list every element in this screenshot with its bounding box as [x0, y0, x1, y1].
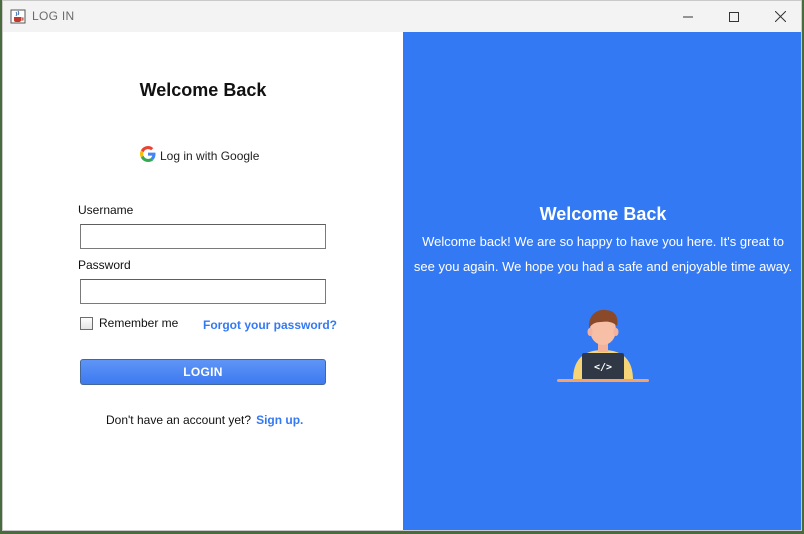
svg-text:</>: </>	[594, 362, 612, 373]
login-button[interactable]: LOGIN	[80, 359, 326, 385]
password-label: Password	[78, 258, 131, 272]
remember-me-label: Remember me	[99, 316, 179, 330]
forgot-password-link[interactable]: Forgot your password?	[203, 318, 337, 332]
welcome-message: Welcome back! We are so happy to have yo…	[403, 229, 801, 279]
maximize-button[interactable]	[711, 1, 757, 32]
welcome-panel: Welcome Back Welcome back! We are so hap…	[403, 32, 801, 530]
welcome-message-line-1: Welcome back! We are so happy to have yo…	[422, 234, 784, 249]
username-label: Username	[78, 203, 134, 217]
username-input[interactable]	[80, 224, 326, 249]
title-bar[interactable]: LOG IN	[3, 1, 801, 33]
google-login-button[interactable]: Log in with Google	[140, 145, 259, 167]
remember-me-option[interactable]: Remember me	[80, 316, 178, 330]
signup-prompt: Don't have an account yet?	[106, 413, 252, 427]
close-icon	[774, 11, 786, 22]
close-button[interactable]	[757, 1, 801, 32]
login-panel: Welcome Back Log in with Google Username…	[3, 32, 403, 530]
minimize-icon	[683, 16, 693, 17]
welcome-message-line-2: see you again. We hope you had a safe an…	[413, 259, 793, 274]
google-login-label: Log in with Google	[160, 149, 260, 163]
window-title: LOG IN	[32, 9, 75, 23]
signup-row: Don't have an account yet? Sign up.	[106, 413, 303, 427]
java-cup-icon	[10, 8, 26, 24]
login-heading: Welcome Back	[139, 80, 267, 100]
google-g-icon	[140, 145, 156, 167]
maximize-icon	[729, 11, 739, 22]
signup-link[interactable]: Sign up.	[256, 413, 303, 427]
password-input[interactable]	[80, 279, 326, 304]
welcome-heading: Welcome Back	[539, 204, 667, 224]
minimize-button[interactable]	[665, 1, 711, 32]
developer-laptop-illustration: </>	[553, 302, 653, 387]
remember-me-checkbox[interactable]	[80, 316, 93, 330]
login-window: LOG IN Welcome Back Log in with Google U…	[2, 0, 802, 531]
